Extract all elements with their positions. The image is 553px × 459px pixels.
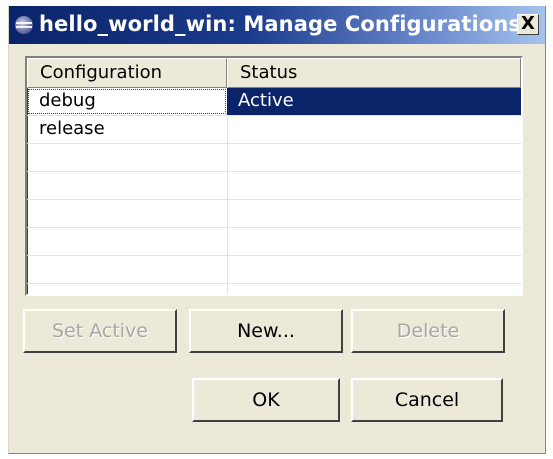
empty-cell: [227, 200, 521, 227]
table-row[interactable]: debug Active: [27, 88, 521, 116]
empty-cell: [227, 172, 521, 199]
empty-cell: [27, 144, 227, 171]
table-header: Configuration Status: [27, 58, 521, 88]
empty-cell: [227, 256, 521, 283]
configurations-table: Configuration Status debug Active releas…: [25, 56, 523, 296]
empty-cell: [27, 284, 227, 294]
empty-row: [27, 172, 521, 200]
empty-cell: [227, 284, 521, 294]
empty-cell: [27, 228, 227, 255]
table-row[interactable]: release: [27, 116, 521, 144]
empty-cell: [27, 256, 227, 283]
close-button[interactable]: X: [517, 14, 539, 35]
empty-row: [27, 256, 521, 284]
cancel-button[interactable]: Cancel: [351, 378, 503, 422]
empty-cell: [27, 172, 227, 199]
title-bar[interactable]: hello_world_win: Manage Configurations X: [9, 6, 545, 44]
manage-configurations-dialog: hello_world_win: Manage Configurations X…: [8, 6, 546, 454]
column-header-configuration[interactable]: Configuration: [27, 58, 227, 88]
configuration-cell[interactable]: release: [27, 116, 227, 143]
window-title: hello_world_win: Manage Configurations: [39, 12, 522, 36]
empty-row: [27, 284, 521, 294]
empty-cell: [227, 228, 521, 255]
empty-cell: [227, 144, 521, 171]
eclipse-icon: [15, 16, 33, 34]
set-active-button[interactable]: Set Active: [23, 309, 177, 353]
column-header-status[interactable]: Status: [227, 58, 521, 88]
empty-row: [27, 200, 521, 228]
empty-row: [27, 228, 521, 256]
status-cell[interactable]: Active: [227, 88, 521, 115]
delete-button[interactable]: Delete: [351, 309, 505, 353]
configuration-cell[interactable]: debug: [27, 88, 227, 115]
empty-row: [27, 144, 521, 172]
new-button[interactable]: New...: [189, 309, 343, 353]
table-body: debug Active release: [27, 88, 521, 294]
empty-cell: [27, 200, 227, 227]
status-cell[interactable]: [227, 116, 521, 143]
ok-button[interactable]: OK: [192, 378, 340, 422]
